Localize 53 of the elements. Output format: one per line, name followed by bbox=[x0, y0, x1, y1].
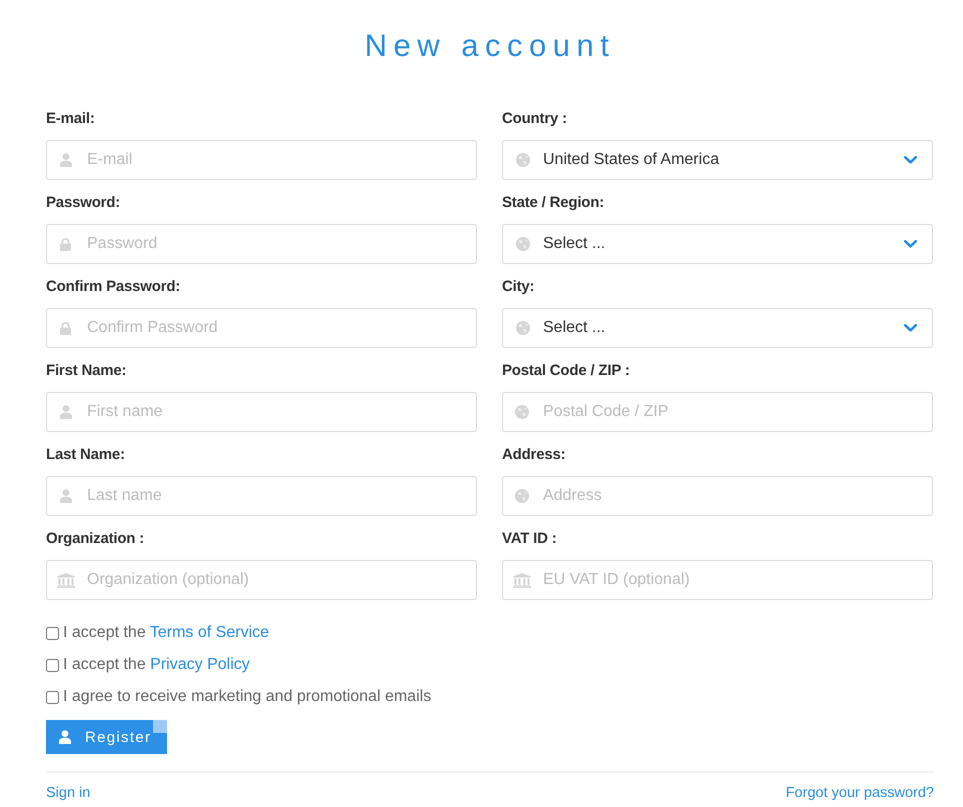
text-field[interactable]: Confirm Password bbox=[46, 308, 477, 348]
person-icon bbox=[60, 489, 72, 503]
text-field[interactable]: Organization (optional) bbox=[46, 560, 477, 600]
text-field[interactable]: Password bbox=[46, 224, 477, 264]
checkbox[interactable] bbox=[46, 690, 59, 704]
globe-icon bbox=[515, 489, 529, 503]
field-label: Postal Code / ZIP : bbox=[502, 361, 630, 381]
chevron-down-icon bbox=[904, 240, 917, 248]
policy-link[interactable]: Terms of Service bbox=[150, 624, 270, 641]
select-field[interactable]: Select ... bbox=[502, 308, 933, 348]
select-field[interactable]: Select ... bbox=[502, 224, 933, 264]
globe-icon bbox=[516, 321, 530, 335]
text-field[interactable]: EU VAT ID (optional) bbox=[502, 560, 933, 600]
field-label: State / Region: bbox=[502, 193, 604, 213]
chevron-down-icon bbox=[904, 324, 917, 332]
bank-icon bbox=[513, 572, 531, 588]
page-title: New account bbox=[364, 27, 616, 65]
globe-icon bbox=[516, 153, 530, 167]
field-label: First Name: bbox=[46, 361, 126, 381]
globe-icon bbox=[515, 405, 529, 419]
text-field[interactable]: Address bbox=[502, 476, 933, 516]
sign-in-link[interactable]: Sign in bbox=[46, 783, 90, 803]
text-field[interactable]: First name bbox=[46, 392, 477, 432]
policy-link[interactable]: Privacy Policy bbox=[150, 656, 250, 673]
field-label: Address: bbox=[502, 445, 566, 465]
field-label: VAT ID : bbox=[502, 529, 557, 549]
chevron-down-icon bbox=[904, 156, 917, 164]
globe-icon bbox=[516, 237, 530, 251]
person-icon bbox=[60, 405, 72, 419]
lock-icon bbox=[60, 322, 71, 334]
person-icon bbox=[59, 730, 71, 744]
field-label: Password: bbox=[46, 193, 120, 213]
field-label: Organization : bbox=[46, 529, 144, 549]
checkbox-label: I accept the Privacy Policy bbox=[63, 656, 250, 674]
text-field[interactable]: Last name bbox=[46, 476, 477, 516]
bank-icon bbox=[57, 572, 75, 588]
text-field[interactable]: Postal Code / ZIP bbox=[502, 392, 933, 432]
forgot-password-link[interactable]: Forgot your password? bbox=[786, 783, 934, 803]
person-icon bbox=[60, 153, 72, 167]
checkbox[interactable] bbox=[46, 658, 59, 672]
field-label: Last Name: bbox=[46, 445, 125, 465]
corner-square-icon bbox=[153, 720, 167, 733]
field-label: E-mail: bbox=[46, 109, 95, 129]
field-label: City: bbox=[502, 277, 534, 297]
register-button[interactable]: Register bbox=[46, 720, 167, 754]
checkbox-label: I agree to receive marketing and promotional emails bbox=[63, 688, 432, 706]
checkbox-label: I accept the Terms of Service bbox=[63, 624, 270, 642]
checkbox[interactable] bbox=[46, 626, 59, 640]
field-label: Confirm Password: bbox=[46, 277, 180, 297]
field-label: Country : bbox=[502, 109, 567, 129]
lock-icon bbox=[60, 238, 71, 250]
text-field[interactable]: E-mail bbox=[46, 140, 477, 180]
select-field[interactable]: United States of America bbox=[502, 140, 933, 180]
